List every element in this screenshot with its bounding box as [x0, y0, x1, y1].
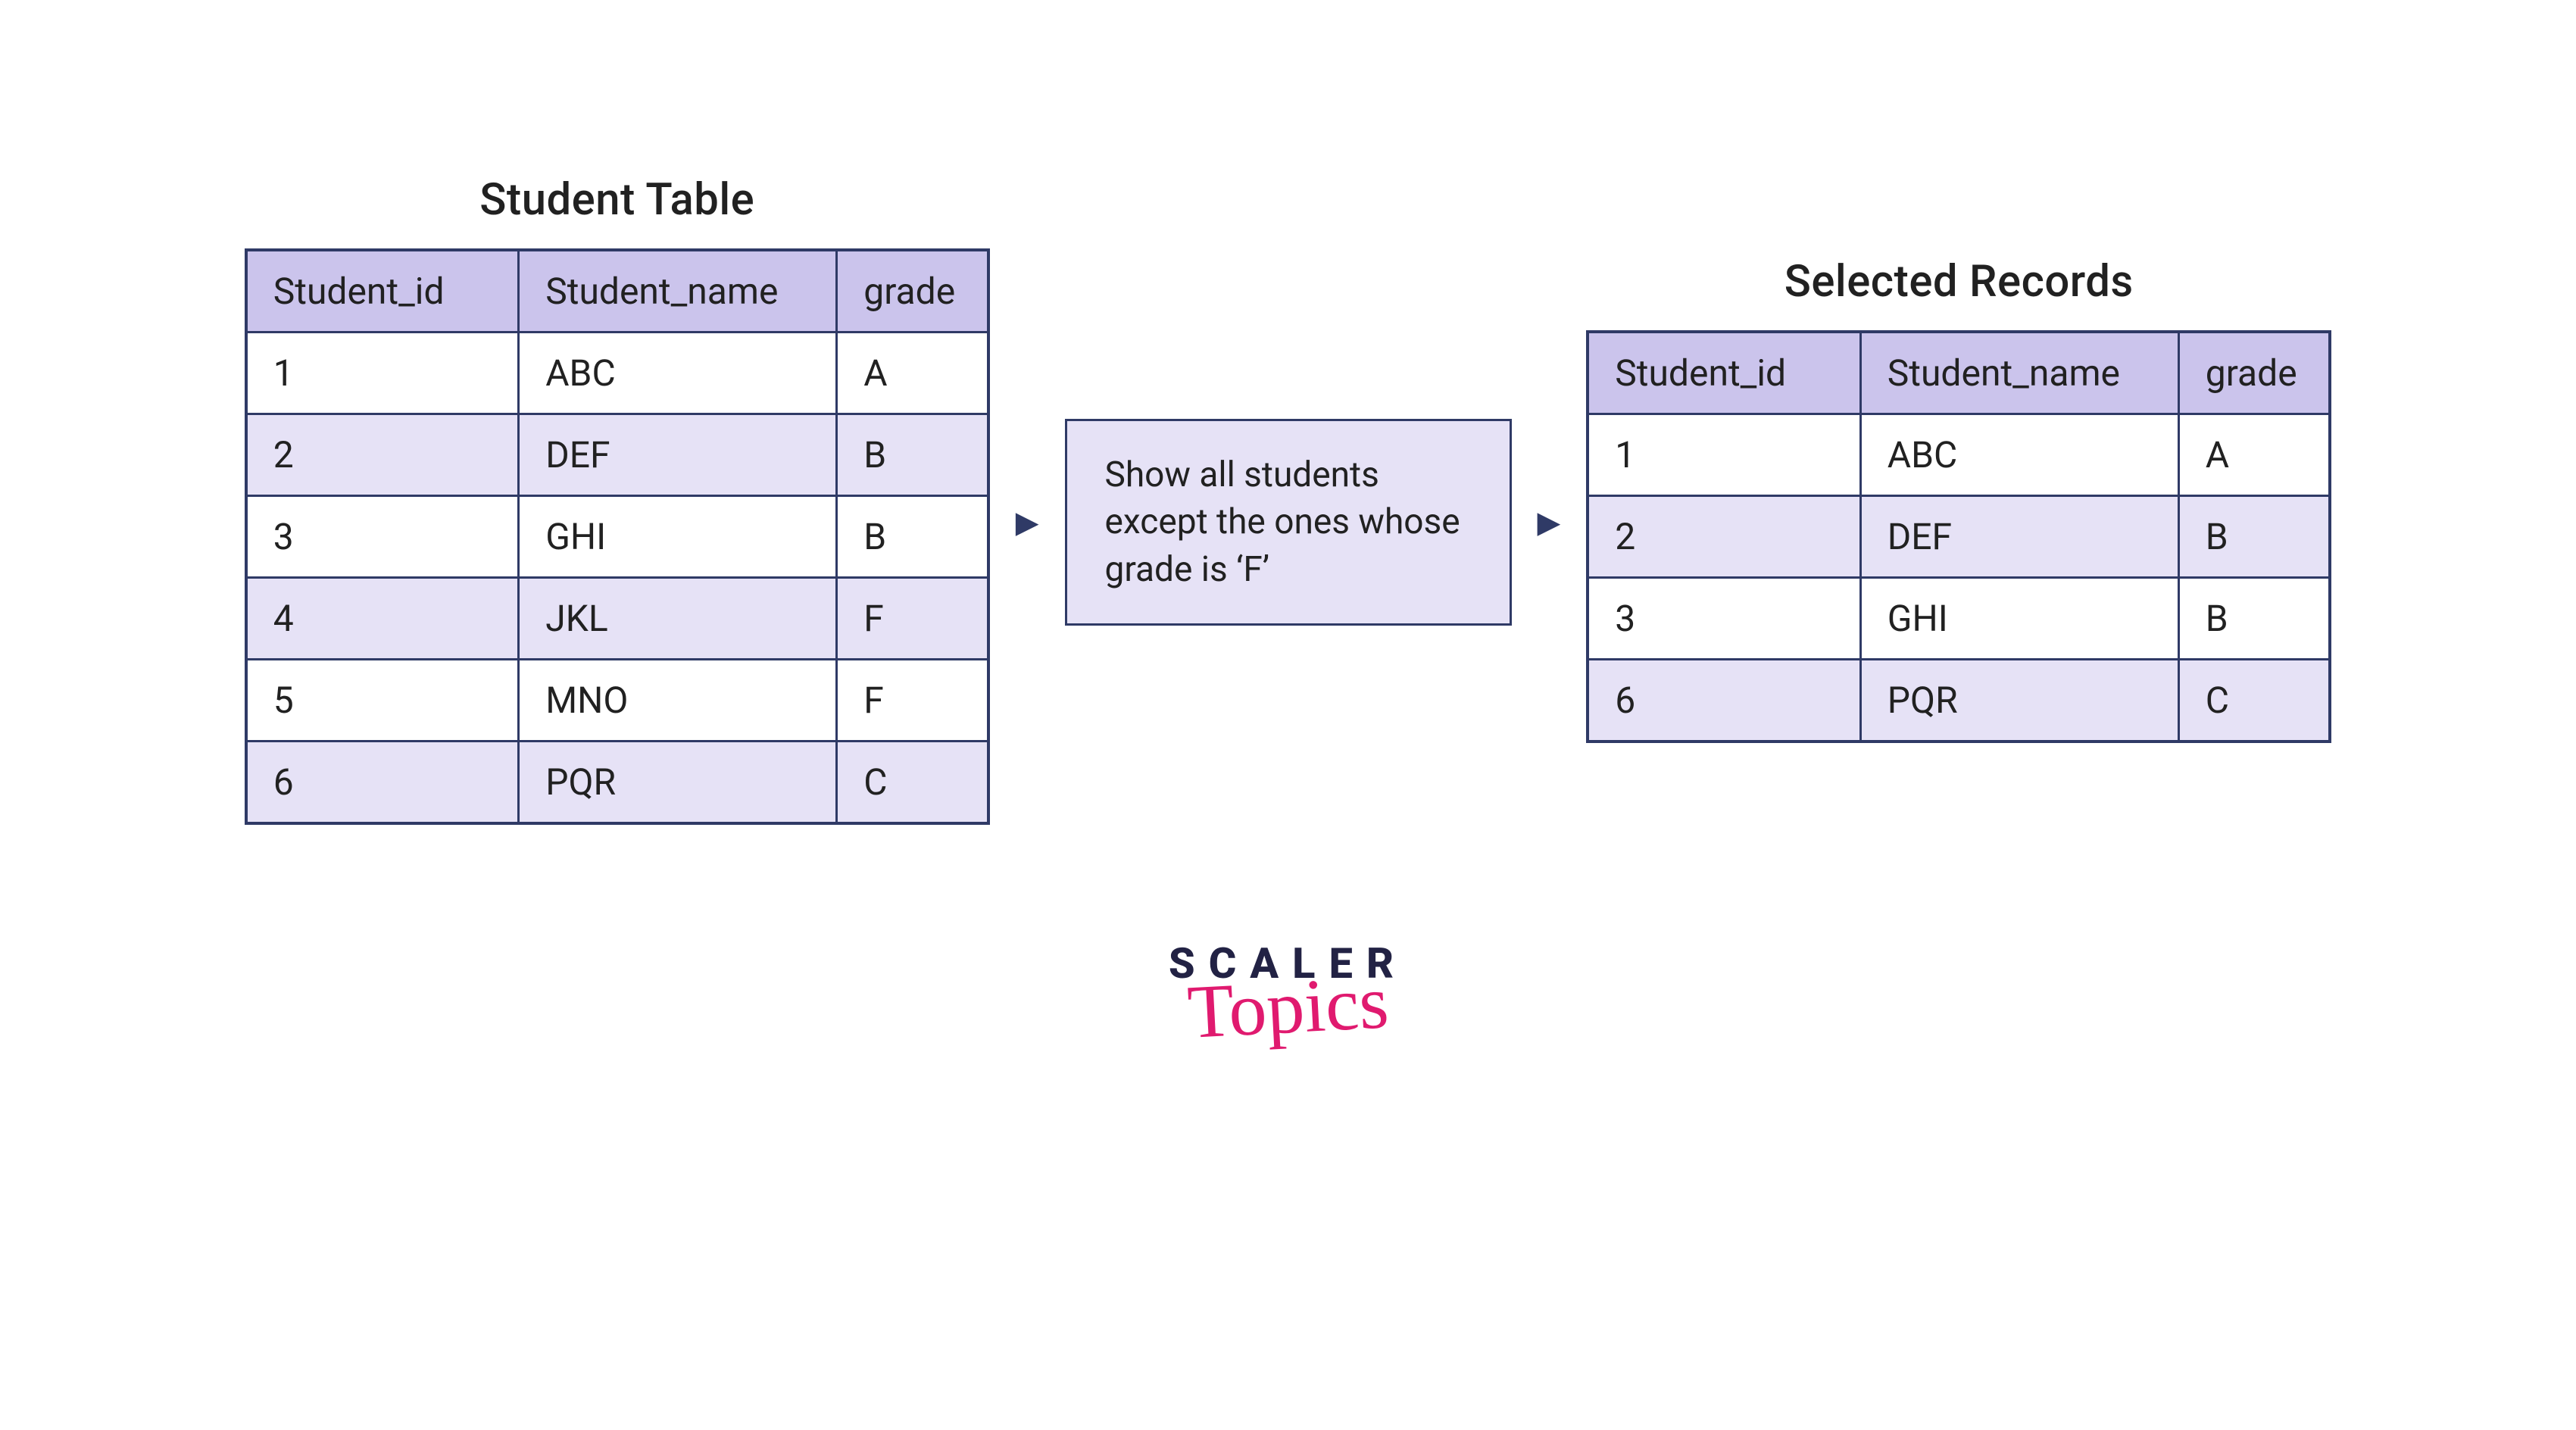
cell-name: MNO: [519, 660, 837, 742]
cell-grade: B: [2178, 578, 2330, 660]
selected-records-section: Selected Records Student_id Student_name…: [1586, 256, 2331, 743]
cell-id: 4: [246, 578, 519, 660]
selected-records-table: Student_id Student_name grade 1 ABC A 2 …: [1586, 330, 2331, 743]
table-row: 1 ABC A: [246, 333, 988, 414]
table-row: 6 PQR C: [1588, 660, 2330, 742]
cell-name: GHI: [519, 496, 837, 578]
cell-id: 1: [1588, 414, 1860, 496]
cell-grade: B: [837, 414, 988, 496]
cell-name: PQR: [1860, 660, 2178, 742]
diagram-row: Student Table Student_id Student_name gr…: [245, 174, 2332, 825]
cell-id: 6: [1588, 660, 1860, 742]
cell-name: GHI: [1860, 578, 2178, 660]
table-row: 3 GHI B: [1588, 578, 2330, 660]
table-row: 6 PQR C: [246, 742, 988, 824]
filter-condition-box: Show all students except the ones whose …: [1065, 419, 1512, 625]
cell-id: 3: [246, 496, 519, 578]
cell-id: 1: [246, 333, 519, 414]
cell-name: ABC: [1860, 414, 2178, 496]
table-row: 1 ABC A: [1588, 414, 2330, 496]
cell-grade: F: [837, 660, 988, 742]
cell-grade: A: [837, 333, 988, 414]
cell-grade: B: [2178, 496, 2330, 578]
cell-grade: C: [2178, 660, 2330, 742]
student-table-section: Student Table Student_id Student_name gr…: [245, 174, 990, 825]
table-row: 2 DEF B: [246, 414, 988, 496]
col-student-name: Student_name: [1860, 332, 2178, 414]
student-table-title: Student Table: [479, 174, 754, 226]
selected-records-title: Selected Records: [1784, 256, 2134, 308]
col-student-id: Student_id: [246, 250, 519, 333]
table-row: 2 DEF B: [1588, 496, 2330, 578]
table-row: 5 MNO F: [246, 660, 988, 742]
table-row: 4 JKL F: [246, 578, 988, 660]
cell-grade: A: [2178, 414, 2330, 496]
cell-id: 6: [246, 742, 519, 824]
col-student-id: Student_id: [1588, 332, 1860, 414]
col-grade: grade: [2178, 332, 2330, 414]
student-table: Student_id Student_name grade 1 ABC A 2 …: [245, 248, 990, 825]
diagram-canvas: Student Table Student_id Student_name gr…: [0, 0, 2576, 1430]
cell-name: DEF: [519, 414, 837, 496]
cell-id: 2: [1588, 496, 1860, 578]
cell-id: 3: [1588, 578, 1860, 660]
student-table-header-row: Student_id Student_name grade: [246, 250, 988, 333]
logo-bottom-text: Topics: [1186, 968, 1391, 1047]
cell-id: 2: [246, 414, 519, 496]
cell-name: JKL: [519, 578, 837, 660]
cell-name: PQR: [519, 742, 837, 824]
table-row: 3 GHI B: [246, 496, 988, 578]
cell-id: 5: [246, 660, 519, 742]
arrow-right-icon: ▶: [1013, 504, 1042, 540]
cell-name: DEF: [1860, 496, 2178, 578]
cell-grade: C: [837, 742, 988, 824]
cell-grade: B: [837, 496, 988, 578]
arrow-right-icon: ▶: [1535, 504, 1564, 540]
scaler-topics-logo: SCALER Topics: [1169, 938, 1407, 1041]
col-grade: grade: [837, 250, 988, 333]
selected-table-header-row: Student_id Student_name grade: [1588, 332, 2330, 414]
cell-name: ABC: [519, 333, 837, 414]
cell-grade: F: [837, 578, 988, 660]
col-student-name: Student_name: [519, 250, 837, 333]
